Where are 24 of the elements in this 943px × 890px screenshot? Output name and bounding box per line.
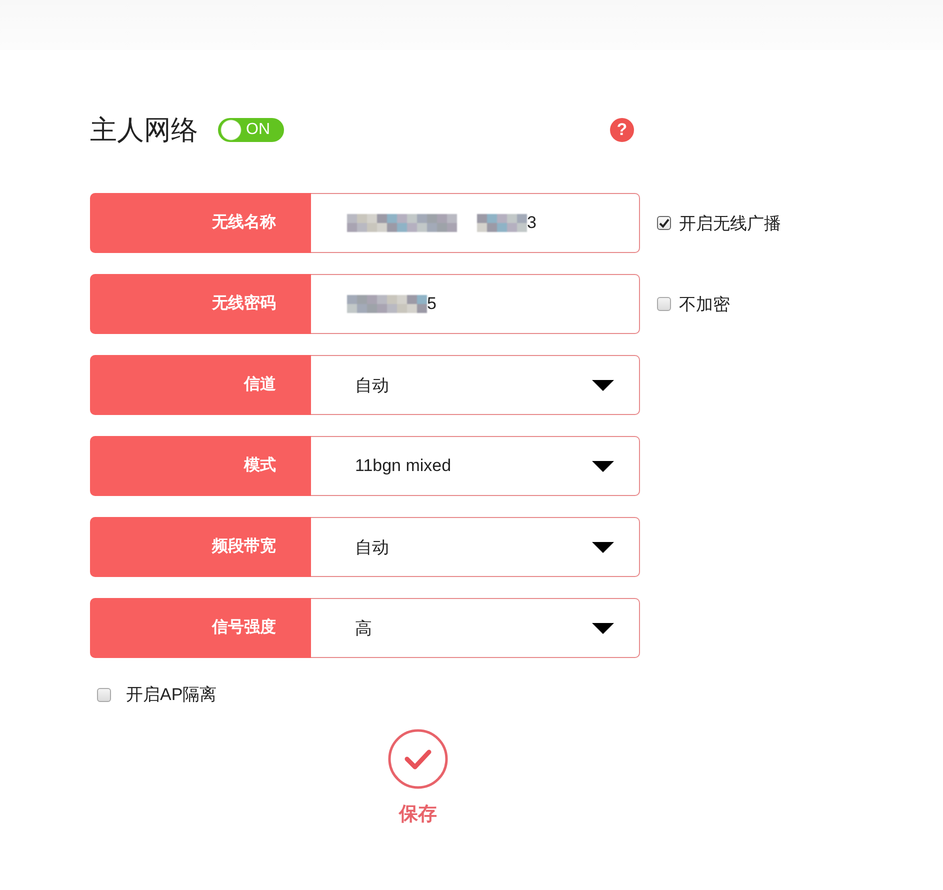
caret-icon <box>592 622 614 634</box>
field-label: 信号强度 <box>90 598 311 658</box>
checkbox-label: 不加密 <box>679 294 730 316</box>
field-label: 无线名称 <box>90 193 311 253</box>
field-label: 频段带宽 <box>90 517 311 577</box>
checkbox-label: 开启无线广播 <box>679 212 781 234</box>
input-field[interactable]: 3 <box>311 193 640 253</box>
caret-icon <box>592 460 614 472</box>
checkbox[interactable] <box>657 216 671 230</box>
caret-icon <box>592 542 614 552</box>
field-label: 模式 <box>90 436 311 496</box>
caret-icon <box>592 380 614 390</box>
checkbox-label: 开启AP隔离 <box>126 684 217 706</box>
checkbox[interactable] <box>97 688 111 702</box>
dropdown-field[interactable]: 自动 <box>311 355 640 415</box>
input-field[interactable]: 5 <box>311 274 640 334</box>
section-title: 主人网络 <box>90 114 198 146</box>
dropdown-field[interactable]: 高 <box>311 598 640 658</box>
field-label: 信道 <box>90 355 311 415</box>
dropdown-field[interactable]: 11bgn mixed <box>311 436 640 496</box>
dropdown-field[interactable]: 自动 <box>311 517 640 577</box>
check-circle-icon <box>388 729 448 789</box>
field-label: 无线密码 <box>90 274 311 334</box>
checkbox[interactable] <box>657 297 671 311</box>
